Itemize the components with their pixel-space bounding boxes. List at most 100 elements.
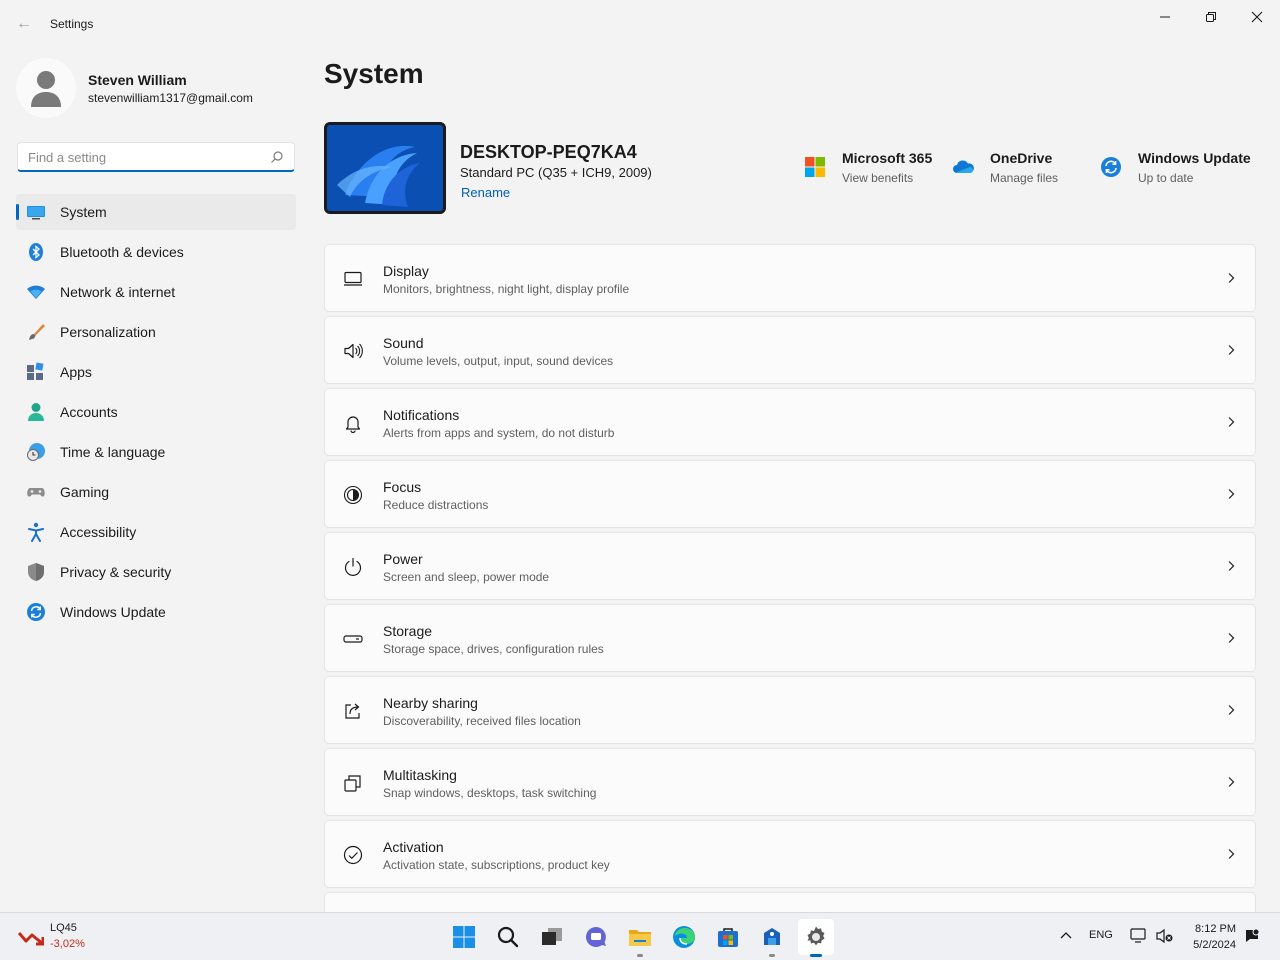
check-circle-icon [343, 845, 363, 865]
sidebar-item-accessibility[interactable]: Accessibility [16, 514, 296, 550]
setting-card-description: Activation state, subscriptions, product… [383, 858, 610, 872]
setting-card-title: Activation [383, 839, 444, 855]
minimize-button[interactable] [1143, 4, 1187, 30]
sidebar-item-label: Bluetooth & devices [60, 244, 184, 260]
store-button[interactable] [710, 919, 746, 955]
system-tray: ENG 8:12 PM 5/2/2024 [1040, 913, 1280, 959]
restore-icon [1206, 12, 1216, 22]
sidebar-item-system[interactable]: System [16, 194, 296, 230]
sidebar-item-label: Accounts [60, 404, 118, 420]
setting-card-sound[interactable]: Sound Volume levels, output, input, soun… [324, 316, 1256, 384]
stock-change: -3,02% [50, 938, 85, 950]
sidebar-item-label: Apps [60, 364, 92, 380]
chevron-right-icon [1228, 417, 1235, 427]
search-icon [271, 151, 283, 163]
app-title: Settings [50, 17, 94, 31]
setting-card-description: Screen and sleep, power mode [383, 570, 550, 584]
display-icon [344, 271, 362, 286]
sidebar-item-time-language[interactable]: Time & language [16, 434, 296, 470]
apps-icon [26, 362, 46, 382]
setting-card-description: Reduce distractions [383, 498, 489, 512]
setting-card-partial[interactable] [324, 892, 1256, 912]
wifi-icon [26, 282, 46, 302]
setting-card-notifications[interactable]: Notifications Alerts from apps and syste… [324, 388, 1256, 456]
search-input[interactable] [26, 149, 260, 166]
chevron-up-icon[interactable] [1060, 931, 1072, 941]
sidebar-item-label: Windows Update [60, 604, 166, 620]
tile-subtitle: Up to date [1138, 171, 1194, 185]
start-icon [453, 926, 475, 948]
volume-muted-icon[interactable] [1156, 928, 1174, 944]
file-explorer-button[interactable] [622, 919, 658, 957]
clock[interactable]: 8:12 PM 5/2/2024 [1193, 921, 1236, 953]
store-icon [718, 928, 738, 947]
chevron-right-icon [1228, 705, 1235, 715]
sidebar-item-windows-update[interactable]: Windows Update [16, 594, 296, 630]
user-profile[interactable]: Steven William stevenwilliam1317@gmail.c… [16, 58, 296, 118]
stock-chart-icon [18, 932, 44, 946]
settings-list: Display Monitors, brightness, night ligh… [324, 244, 1256, 912]
network-icon[interactable] [1130, 928, 1148, 944]
rename-link[interactable]: Rename [461, 185, 510, 200]
sidebar-item-label: Gaming [60, 484, 110, 500]
sidebar-item-label: Accessibility [60, 524, 137, 540]
setting-card-title: Storage [383, 623, 433, 639]
taskbar-apps [446, 919, 842, 957]
taskbar-search-button[interactable] [490, 919, 526, 955]
sidebar-nav: System Bluetooth & devices Network & int… [16, 194, 296, 634]
update-icon [26, 602, 46, 622]
input-language[interactable]: ENG [1089, 929, 1113, 941]
task-view-button[interactable] [534, 919, 570, 955]
restore-button[interactable] [1189, 4, 1233, 30]
device-name: DESKTOP-PEQ7KA4 [460, 142, 637, 162]
stock-widget[interactable]: LQ45 -3,02% [18, 921, 118, 953]
sidebar-item-accounts[interactable]: Accounts [16, 394, 296, 430]
back-arrow-icon[interactable]: ← [14, 14, 34, 34]
sidebar-item-gaming[interactable]: Gaming [16, 474, 296, 510]
setting-card-power[interactable]: Power Screen and sleep, power mode [324, 532, 1256, 600]
setting-card-title: Focus [383, 479, 422, 495]
close-button[interactable] [1235, 4, 1279, 30]
sidebar-item-personalization[interactable]: Personalization [16, 314, 296, 350]
sidebar-item-bluetooth[interactable]: Bluetooth & devices [16, 234, 296, 270]
edge-button[interactable] [666, 919, 702, 955]
file-explorer-icon [629, 930, 651, 946]
shield-icon [26, 562, 46, 582]
sidebar-item-network[interactable]: Network & internet [16, 274, 296, 310]
setting-card-title: Notifications [383, 407, 460, 423]
setting-card-description: Snap windows, desktops, task switching [383, 786, 597, 800]
chevron-right-icon [1228, 273, 1235, 283]
chat-button[interactable] [578, 919, 614, 955]
settings-taskbar-button[interactable] [798, 919, 834, 957]
edge-icon [673, 926, 695, 948]
notification-icon[interactable] [1244, 928, 1260, 944]
onedrive-icon [953, 160, 974, 173]
search-box[interactable] [17, 142, 295, 172]
bell-icon [345, 416, 361, 433]
setting-card-multitasking[interactable]: Multitasking Snap windows, desktops, tas… [324, 748, 1256, 816]
setting-card-title: Multitasking [383, 767, 457, 783]
person-avatar-icon [31, 71, 61, 107]
sidebar-item-apps[interactable]: Apps [16, 354, 296, 390]
start-button[interactable] [446, 919, 482, 955]
setting-card-activation[interactable]: Activation Activation state, subscriptio… [324, 820, 1256, 888]
share-icon [345, 703, 360, 719]
setting-card-title: Nearby sharing [383, 695, 478, 711]
pinned-app-button[interactable] [754, 919, 790, 957]
device-wallpaper-thumbnail [324, 122, 446, 214]
setting-card-title: Display [383, 263, 429, 279]
sidebar-item-label: Privacy & security [60, 564, 172, 580]
chevron-right-icon [1228, 849, 1235, 859]
sidebar-item-privacy-security[interactable]: Privacy & security [16, 554, 296, 590]
stock-symbol: LQ45 [50, 922, 77, 934]
setting-card-nearby-sharing[interactable]: Nearby sharing Discoverability, received… [324, 676, 1256, 744]
storage-icon [343, 635, 363, 643]
windows-update-icon [1101, 157, 1121, 177]
setting-card-display[interactable]: Display Monitors, brightness, night ligh… [324, 244, 1256, 312]
setting-card-storage[interactable]: Storage Storage space, drives, configura… [324, 604, 1256, 672]
system-icon [26, 202, 46, 222]
task-view-icon [542, 928, 562, 945]
setting-card-focus[interactable]: Focus Reduce distractions [324, 460, 1256, 528]
sidebar-item-label: Network & internet [60, 284, 176, 300]
tile-title: Windows Update [1138, 150, 1251, 166]
